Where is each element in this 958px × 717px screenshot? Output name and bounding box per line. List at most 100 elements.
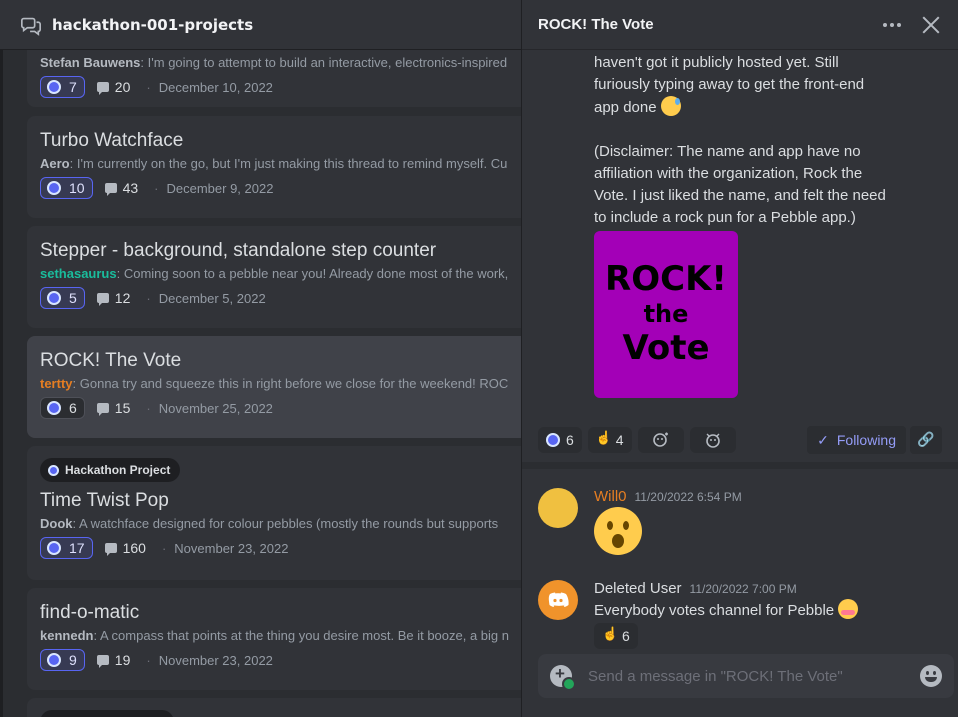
post-title: find-o-matic [40, 602, 140, 623]
post-date: November 23, 2022 [174, 540, 289, 556]
post-title: Stepper - background, standalone step co… [40, 240, 437, 261]
pebble-emoji-icon [47, 653, 61, 667]
pebble-emoji-icon [47, 401, 61, 415]
reaction-pebble[interactable]: 6 [538, 427, 582, 453]
thread-header: ROCK! The Vote [522, 0, 958, 50]
message-author[interactable]: Deleted User [594, 580, 682, 597]
post-date: December 5, 2022 [158, 290, 266, 306]
add-reaction-button[interactable] [637, 427, 684, 453]
post-author: Stefan Bauwens [40, 55, 141, 70]
discord-logo-icon [548, 592, 569, 607]
left-edge [0, 50, 3, 717]
sweat-smile-emoji-icon [660, 96, 681, 116]
message-author[interactable]: Will0 [594, 488, 627, 505]
message-count: 20 [96, 79, 130, 95]
forum-post[interactable] [27, 698, 521, 717]
post-reaction[interactable]: 17 [40, 537, 93, 559]
post-author: Aero [40, 156, 70, 171]
rock-the-vote-image[interactable]: ROCK! the Vote [594, 231, 738, 398]
chat-bubble-icon [96, 82, 109, 95]
message-count: 12 [96, 290, 130, 306]
message-text: (Disclaimer: The name and app have no af… [594, 143, 886, 226]
forum-post[interactable]: find-o-matic kennedn: A compass that poi… [27, 588, 521, 690]
super-reaction-icon [705, 433, 720, 448]
post-reaction[interactable]: 10 [40, 177, 93, 199]
post-author: Dook [40, 516, 73, 531]
post-title: Time Twist Pop [40, 490, 169, 511]
add-reaction-icon [652, 432, 668, 447]
post-reaction[interactable]: 6 [40, 397, 85, 419]
post-date: December 9, 2022 [166, 180, 274, 196]
forum-title: hackathon-001-projects [52, 15, 254, 34]
forum-post[interactable]: Stepper - background, standalone step co… [27, 226, 521, 328]
reaction-bar: 6 4 ✓Following 🔗 [538, 425, 942, 455]
pebble-emoji-icon [47, 541, 61, 555]
check-icon: ✓ [817, 431, 829, 448]
post-meta: 7 20 · December 10, 2022 [40, 76, 521, 98]
post-meta: 6 15 · November 25, 2022 [40, 397, 521, 419]
add-super-reaction-button[interactable] [689, 427, 736, 453]
copy-link-icon[interactable]: 🔗 [910, 426, 942, 454]
forum-post[interactable]: Turbo Watchface Aero: I'm currently on t… [27, 116, 521, 218]
post-meta: 5 12 · December 5, 2022 [40, 287, 521, 309]
message-composer [538, 654, 954, 698]
post-meta: 9 19 · November 23, 2022 [40, 649, 521, 671]
add-attachment-icon[interactable] [550, 664, 576, 691]
emoji-picker-icon[interactable] [920, 665, 942, 687]
chat-message: Will0 11/20/2022 6:54 PM [538, 488, 942, 555]
rock-on-emoji-icon [602, 626, 618, 643]
post-author: kennedn [40, 628, 94, 643]
rock-on-emoji-icon [596, 430, 612, 447]
post-date: December 10, 2022 [158, 79, 273, 95]
following-button[interactable]: ✓ Following [807, 426, 906, 454]
post-snippet: kennedn: A compass that points at the th… [40, 628, 510, 643]
chat-bubble-icon [96, 655, 109, 668]
message-reaction[interactable]: 6 [594, 623, 638, 649]
post-date: November 25, 2022 [158, 400, 273, 416]
chat-message: Deleted User 11/20/2022 7:00 PM Everybod… [538, 580, 942, 649]
message-count: 160 [104, 540, 146, 556]
post-tag [40, 710, 174, 717]
pebble-emoji-icon [47, 291, 61, 305]
post-reaction[interactable]: 7 [40, 76, 85, 98]
post-title: ROCK! The Vote [40, 350, 182, 371]
chat-bubble-icon [104, 183, 117, 196]
more-options-icon[interactable] [880, 13, 904, 37]
open-mouth-emoji-icon [594, 507, 642, 555]
post-reaction[interactable]: 9 [40, 649, 85, 671]
avatar[interactable] [538, 488, 578, 528]
forum-post-active[interactable]: ROCK! The Vote tertty: Gonna try and squ… [27, 336, 521, 438]
forum-icon [21, 17, 41, 36]
post-tag: Hackathon Project [40, 458, 181, 482]
post-snippet: Dook: A watchface designed for colour pe… [40, 516, 499, 531]
pebble-emoji-icon [47, 181, 61, 195]
message-count: 43 [104, 180, 138, 196]
post-snippet: tertty: Gonna try and squeeze this in ri… [40, 376, 509, 391]
reaction-rock-on[interactable]: 4 [587, 427, 632, 453]
message-timestamp: 11/20/2022 6:54 PM [634, 490, 742, 504]
pebble-emoji-icon [546, 433, 560, 447]
avatar[interactable] [538, 580, 578, 620]
message-timestamp: 11/20/2022 7:00 PM [689, 582, 797, 596]
close-icon[interactable] [920, 14, 942, 36]
message-count: 19 [96, 652, 130, 668]
post-meta: 10 43 · December 9, 2022 [40, 177, 521, 199]
forum-pane: hackathon-001-projects Stefan Bauwens: I… [0, 0, 521, 717]
pebble-emoji-icon [47, 80, 61, 94]
post-author: sethasaurus [40, 266, 117, 281]
post-reaction[interactable]: 5 [40, 287, 85, 309]
post-date: November 23, 2022 [158, 652, 273, 668]
forum-header: hackathon-001-projects [0, 0, 521, 50]
forum-post[interactable]: Hackathon Project Time Twist Pop Dook: A… [27, 446, 521, 580]
chat-bubble-icon [96, 293, 109, 306]
thread-pane: ROCK! The Vote Currently the back-end is… [521, 0, 958, 717]
post-snippet: sethasaurus: Coming soon to a pebble nea… [40, 266, 509, 281]
message-count: 15 [96, 400, 130, 416]
thread-title: ROCK! The Vote [538, 16, 654, 33]
chat-bubble-icon [104, 543, 117, 556]
post-title: Turbo Watchface [40, 130, 184, 151]
divider [522, 462, 958, 469]
message-input[interactable] [588, 667, 920, 685]
message-text: Everybody votes channel for Pebble [594, 602, 835, 619]
post-snippet: Aero: I'm currently on the go, but I'm j… [40, 156, 508, 171]
